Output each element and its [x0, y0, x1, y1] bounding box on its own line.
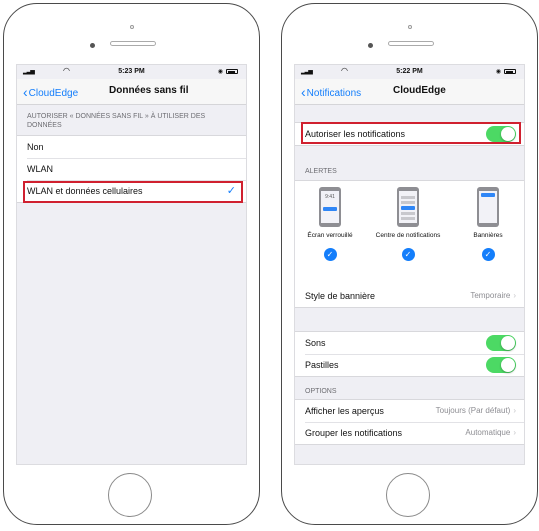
alert-label: Centre de notifications: [375, 232, 441, 239]
page-title: CloudEdge: [393, 85, 446, 96]
chevron-left-icon: ‹: [23, 84, 28, 100]
show-previews-row[interactable]: Afficher les aperçus Toujours (Par défau…: [295, 400, 524, 422]
banner-style-value-wrap: Temporaire ›: [470, 285, 516, 307]
checkmark-icon: ✓: [226, 185, 236, 197]
badges-row: Pastilles: [295, 354, 524, 376]
section-header: AUTORISER « DONNÉES SANS FIL » À UTILISE…: [27, 113, 206, 129]
back-button[interactable]: ‹Notifications: [301, 84, 361, 100]
notification-center-preview-icon: [397, 187, 419, 227]
grouping-value-wrap: Automatique ›: [465, 422, 516, 444]
grouping-row[interactable]: Grouper les notifications Automatique ›: [295, 422, 524, 444]
sensor-dot: [368, 43, 373, 48]
check-circle-icon: ✓: [401, 248, 415, 261]
allow-notifications-toggle[interactable]: [486, 126, 516, 142]
nav-bar: ‹Notifications CloudEdge: [295, 79, 524, 105]
nav-bar: ‹CloudEdge Données sans fil: [17, 79, 246, 105]
status-time: 5:22 PM: [396, 68, 423, 75]
alerts-header: ALERTES: [305, 168, 337, 175]
speaker-grille: [388, 41, 434, 46]
banner-style-row[interactable]: Style de bannière Temporaire ›: [295, 285, 524, 307]
options-group: Afficher les aperçus Toujours (Par défau…: [295, 399, 524, 445]
battery-icon: ◉: [218, 68, 238, 75]
chevron-right-icon: ›: [513, 428, 516, 437]
show-previews-value-wrap: Toujours (Par défaut) ›: [436, 400, 516, 422]
mini-screen: 9:41: [321, 191, 339, 223]
phone-frame-left: ▂▃▅ ◠ 5:23 PM ◉ ‹CloudEdge Données sans …: [3, 3, 260, 525]
options-header: OPTIONS: [305, 388, 337, 395]
mini-line: [401, 217, 415, 220]
lock-screen-preview-icon: 9:41: [319, 187, 341, 227]
badges-label: Pastilles: [305, 360, 339, 370]
mini-screen: [479, 191, 497, 223]
banners-preview-icon: [477, 187, 499, 227]
alert-label: Écran verrouillé: [307, 232, 353, 239]
phone-frame-right: ▂▃▅ ◠ 5:22 PM ◉ ‹Notifications CloudEdge…: [281, 3, 538, 525]
alert-label: Bannières: [473, 232, 503, 239]
mini-banner: [481, 193, 495, 197]
battery-icon: ◉: [496, 68, 516, 75]
banner-style-value: Temporaire: [470, 291, 511, 300]
data-options-list: Non WLAN WLAN et données cellulaires ✓: [17, 135, 246, 203]
back-label: CloudEdge: [28, 88, 79, 99]
sounds-badges-group: Sons Pastilles: [295, 331, 524, 377]
show-previews-value: Toujours (Par défaut): [435, 406, 511, 415]
alert-styles: 9:41 Écran verrouillé ✓ Centre de notifi…: [295, 180, 524, 286]
home-button[interactable]: [108, 473, 152, 517]
sensor-dot: [90, 43, 95, 48]
chevron-left-icon: ‹: [301, 84, 306, 100]
allow-notifications-row: Autoriser les notifications: [295, 123, 524, 145]
option-label: WLAN: [27, 164, 54, 174]
chevron-right-icon: ›: [513, 406, 516, 415]
badges-toggle[interactable]: [486, 357, 516, 373]
sounds-label: Sons: [305, 338, 326, 348]
front-camera: [129, 25, 134, 29]
option-wlan-cellular[interactable]: WLAN et données cellulaires ✓: [17, 180, 246, 202]
mini-screen: [399, 191, 417, 223]
allow-notifications-group: Autoriser les notifications: [295, 122, 524, 146]
banner-style-group: Style de bannière Temporaire ›: [295, 285, 524, 308]
speaker-grille: [110, 41, 156, 46]
sounds-row: Sons: [295, 332, 524, 354]
alert-lock-screen[interactable]: 9:41 Écran verrouillé ✓: [295, 181, 365, 261]
screen-notifications: ▂▃▅ ◠ 5:22 PM ◉ ‹Notifications CloudEdge…: [294, 64, 525, 465]
page-title: Données sans fil: [109, 85, 189, 96]
check-circle-icon: ✓: [481, 248, 495, 261]
screen-wireless-data: ▂▃▅ ◠ 5:23 PM ◉ ‹CloudEdge Données sans …: [16, 64, 247, 465]
show-previews-label: Afficher les aperçus: [305, 406, 384, 416]
option-label: Non: [27, 142, 44, 152]
chevron-right-icon: ›: [513, 291, 516, 300]
status-bar: ▂▃▅ ◠ 5:23 PM ◉: [17, 65, 246, 79]
mini-line: [401, 201, 415, 204]
mini-line: [401, 196, 415, 199]
allow-notifications-label: Autoriser les notifications: [305, 129, 406, 139]
status-time: 5:23 PM: [118, 68, 145, 75]
home-button[interactable]: [386, 473, 430, 517]
option-label: WLAN et données cellulaires: [27, 186, 143, 196]
sounds-toggle[interactable]: [486, 335, 516, 351]
check-circle-icon: ✓: [323, 248, 337, 261]
back-button[interactable]: ‹CloudEdge: [23, 84, 78, 100]
alert-notification-center[interactable]: Centre de notifications ✓: [373, 181, 443, 261]
status-bar: ▂▃▅ ◠ 5:22 PM ◉: [295, 65, 524, 79]
option-wlan[interactable]: WLAN: [17, 158, 246, 180]
mini-line: [401, 212, 415, 215]
mini-banner: [323, 207, 337, 211]
banner-style-label: Style de bannière: [305, 291, 376, 301]
back-label: Notifications: [306, 88, 362, 99]
grouping-value: Automatique: [465, 428, 511, 437]
mini-banner: [401, 206, 415, 210]
alert-banners[interactable]: Bannières ✓: [453, 181, 523, 261]
front-camera: [407, 25, 412, 29]
preview-time: 9:41: [325, 194, 335, 200]
grouping-label: Grouper les notifications: [305, 428, 403, 438]
option-non[interactable]: Non: [17, 136, 246, 158]
